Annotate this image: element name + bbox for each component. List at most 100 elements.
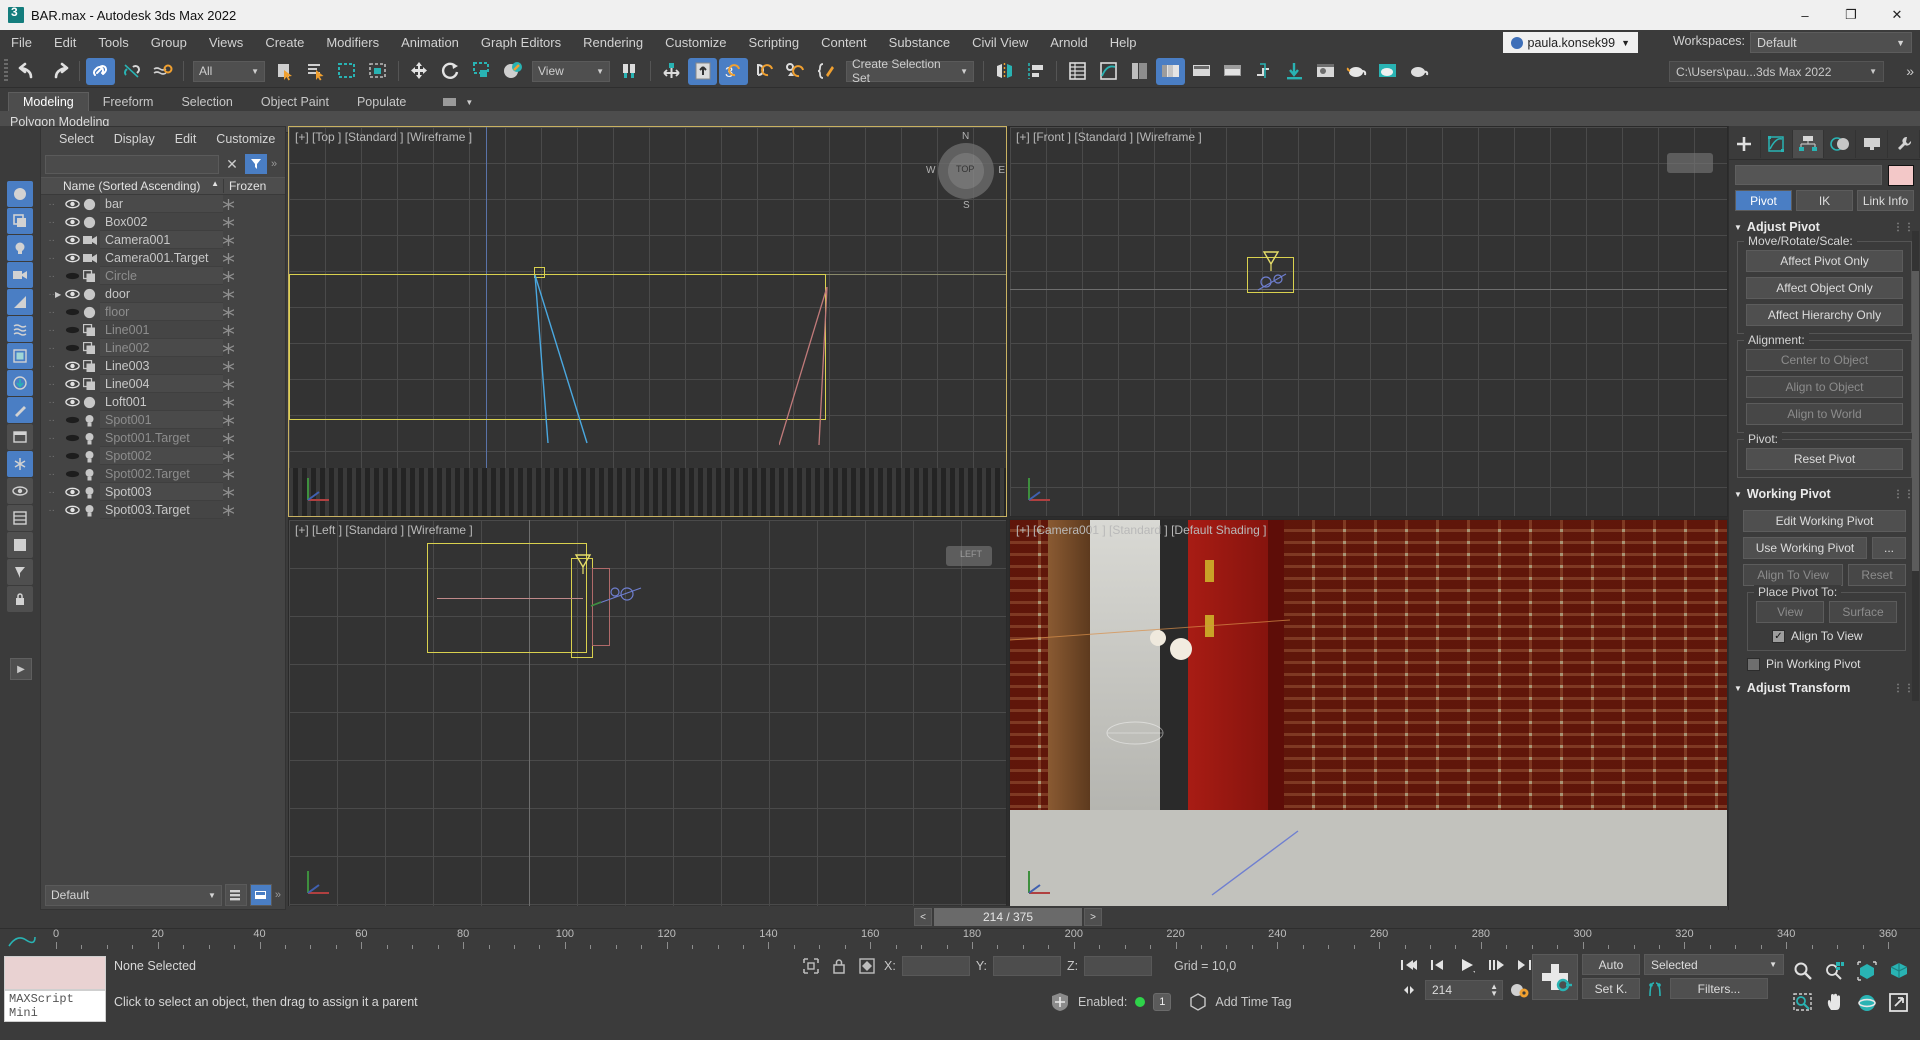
add-time-tag-icon[interactable] bbox=[1189, 993, 1207, 1011]
visibility-eye-icon[interactable] bbox=[65, 271, 83, 281]
viewport-label-camera[interactable]: [+] [Camera001 ] [Standard ] [Default Sh… bbox=[1016, 523, 1266, 537]
visibility-eye-icon[interactable] bbox=[65, 469, 83, 479]
list-view-icon[interactable] bbox=[7, 505, 33, 531]
funnel-icon[interactable] bbox=[245, 154, 267, 174]
toolbar-overflow-icon[interactable]: » bbox=[1906, 63, 1914, 79]
viewport-front[interactable]: [+] [Front ] [Standard ] [Wireframe ] bbox=[1009, 126, 1728, 517]
add-time-tag-label[interactable]: Add Time Tag bbox=[1215, 995, 1291, 1009]
explorer-menu-customize[interactable]: Customize bbox=[206, 132, 285, 146]
layer-select[interactable]: Default ▼ bbox=[45, 884, 222, 906]
menu-item-file[interactable]: File bbox=[0, 30, 43, 55]
spinner-snap-toggle-icon[interactable] bbox=[781, 58, 810, 85]
next-frame-icon[interactable] bbox=[1483, 954, 1509, 976]
working-pivot-more-button[interactable]: ... bbox=[1872, 537, 1906, 559]
explorer-menu-edit[interactable]: Edit bbox=[165, 132, 207, 146]
current-frame-field[interactable]: 214 ▲ ▼ bbox=[1425, 980, 1503, 1000]
visibility-eye-icon[interactable] bbox=[65, 379, 83, 389]
menu-item-scripting[interactable]: Scripting bbox=[738, 30, 811, 55]
isolate-selection-icon[interactable] bbox=[1050, 992, 1070, 1012]
frozen-cell[interactable] bbox=[223, 432, 285, 444]
go-to-start-icon[interactable] bbox=[1396, 954, 1422, 976]
play-animation-icon[interactable] bbox=[1454, 954, 1480, 976]
align-to-object-button[interactable]: Align to Object bbox=[1746, 376, 1903, 398]
redo-icon[interactable] bbox=[44, 58, 73, 85]
zoom-extents-icon[interactable] bbox=[1852, 956, 1882, 986]
viewport-top[interactable]: N S W E TOP [+] [Top ] [Standard ] [Wire… bbox=[288, 126, 1007, 517]
working-pivot-rollout-header[interactable]: ▼ Working Pivot ⋮⋮ bbox=[1729, 484, 1920, 504]
command-panel-scrollbar[interactable] bbox=[1912, 231, 1919, 701]
view-cube[interactable]: N S W E TOP bbox=[926, 131, 1005, 211]
orbit-icon[interactable] bbox=[1852, 988, 1882, 1018]
explorer-row[interactable]: ·· floor bbox=[41, 303, 285, 321]
explorer-row[interactable]: ·· Line002 bbox=[41, 339, 285, 357]
align-to-view-button[interactable]: Align To View bbox=[1743, 564, 1843, 586]
explorer-row-name[interactable]: Spot003.Target bbox=[100, 501, 223, 519]
align-icon[interactable] bbox=[1021, 58, 1050, 85]
explorer-footer-more-icon[interactable]: » bbox=[275, 889, 281, 901]
explorer-menu-select[interactable]: Select bbox=[49, 132, 104, 146]
menu-item-rendering[interactable]: Rendering bbox=[572, 30, 654, 55]
display-toggle-icon[interactable] bbox=[7, 424, 33, 450]
selection-filter-select[interactable]: All ▼ bbox=[193, 60, 265, 82]
frozen-cell[interactable] bbox=[223, 504, 285, 516]
close-button[interactable]: ✕ bbox=[1874, 0, 1920, 30]
create-tab[interactable] bbox=[1729, 130, 1761, 158]
explorer-row[interactable]: ·· Camera001 bbox=[41, 231, 285, 249]
maxscript-output-pane[interactable] bbox=[4, 956, 106, 990]
track-bar[interactable]: 0 20 40 60 80 100 120 140 160 180 200 220 240 260 280 3… bbox=[0, 928, 1920, 952]
place-pivot-view-button[interactable]: View bbox=[1756, 601, 1824, 623]
previous-frame-icon[interactable] bbox=[1425, 954, 1451, 976]
menu-item-modifiers[interactable]: Modifiers bbox=[315, 30, 390, 55]
sort-icon[interactable] bbox=[7, 559, 33, 585]
filter-lights-icon[interactable] bbox=[7, 235, 33, 261]
render-preview-icon[interactable] bbox=[1373, 58, 1402, 85]
explorer-row-name[interactable]: Spot001.Target bbox=[100, 429, 223, 447]
teapot-render-icon[interactable] bbox=[1342, 58, 1371, 85]
menu-item-views[interactable]: Views bbox=[198, 30, 254, 55]
select-and-link-icon[interactable] bbox=[86, 57, 115, 85]
viewport-camera[interactable]: [+] [Camera001 ] [Standard ] [Default Sh… bbox=[1009, 519, 1728, 910]
angle-snap-toggle-icon[interactable]: 3 bbox=[719, 57, 748, 85]
select-and-manipulate-icon[interactable] bbox=[657, 58, 686, 85]
explorer-row[interactable]: ·· Line003 bbox=[41, 357, 285, 375]
filter-geometry-icon[interactable] bbox=[7, 181, 33, 207]
user-account-menu[interactable]: paula.konsek99 ▼ bbox=[1502, 32, 1638, 53]
explorer-row-name[interactable]: Spot003 bbox=[100, 483, 223, 501]
zoom-extents-selected-icon[interactable] bbox=[1884, 956, 1914, 986]
menu-item-create[interactable]: Create bbox=[254, 30, 315, 55]
filter-shapes-icon[interactable] bbox=[7, 208, 33, 234]
explorer-row-name[interactable]: Line001 bbox=[100, 321, 223, 339]
explorer-row-name[interactable]: floor bbox=[100, 303, 223, 321]
scene-explorer-icon[interactable] bbox=[1125, 58, 1154, 85]
visibility-eye-icon[interactable] bbox=[65, 325, 83, 335]
close-icon[interactable]: ✕ bbox=[223, 156, 241, 173]
key-mode-icon[interactable] bbox=[1644, 978, 1666, 999]
add-layer-button[interactable] bbox=[249, 884, 272, 906]
select-by-name-icon[interactable] bbox=[301, 58, 330, 85]
toolbar-grip[interactable] bbox=[4, 59, 8, 83]
explorer-row[interactable]: ·· Camera001.Target bbox=[41, 249, 285, 267]
expand-arrow-icon[interactable]: ▶ bbox=[55, 290, 65, 299]
y-field[interactable] bbox=[992, 956, 1061, 976]
select-and-rotate-icon[interactable] bbox=[436, 58, 465, 85]
visibility-eye-icon[interactable] bbox=[65, 487, 83, 497]
viewport-label-top[interactable]: [+] [Top ] [Standard ] [Wireframe ] bbox=[295, 130, 472, 144]
time-slider-handle[interactable]: 214 / 375 bbox=[934, 908, 1082, 926]
visibility-eye-icon[interactable] bbox=[65, 307, 83, 317]
column-header-name[interactable]: Name (Sorted Ascending) ▲ bbox=[41, 179, 223, 193]
frozen-cell[interactable] bbox=[223, 270, 285, 282]
auto-key-button[interactable]: Auto bbox=[1582, 954, 1640, 975]
pin-working-pivot-row[interactable]: Pin Working Pivot bbox=[1743, 657, 1906, 671]
visibility-eye-icon[interactable] bbox=[65, 253, 83, 263]
edit-named-selection-sets-icon[interactable] bbox=[812, 58, 841, 85]
frozen-cell[interactable] bbox=[223, 486, 285, 498]
filter-cameras-icon[interactable] bbox=[7, 262, 33, 288]
mirror-icon[interactable] bbox=[990, 58, 1019, 85]
filter-xrefs-icon[interactable] bbox=[7, 370, 33, 396]
use-working-pivot-button[interactable]: Use Working Pivot bbox=[1743, 537, 1867, 559]
explorer-search-input[interactable] bbox=[45, 154, 219, 174]
filter-groups-icon[interactable] bbox=[7, 343, 33, 369]
explorer-row-name[interactable]: door bbox=[100, 285, 223, 303]
maximize-viewport-toggle-icon[interactable] bbox=[1884, 988, 1914, 1018]
x-field[interactable] bbox=[901, 956, 970, 976]
